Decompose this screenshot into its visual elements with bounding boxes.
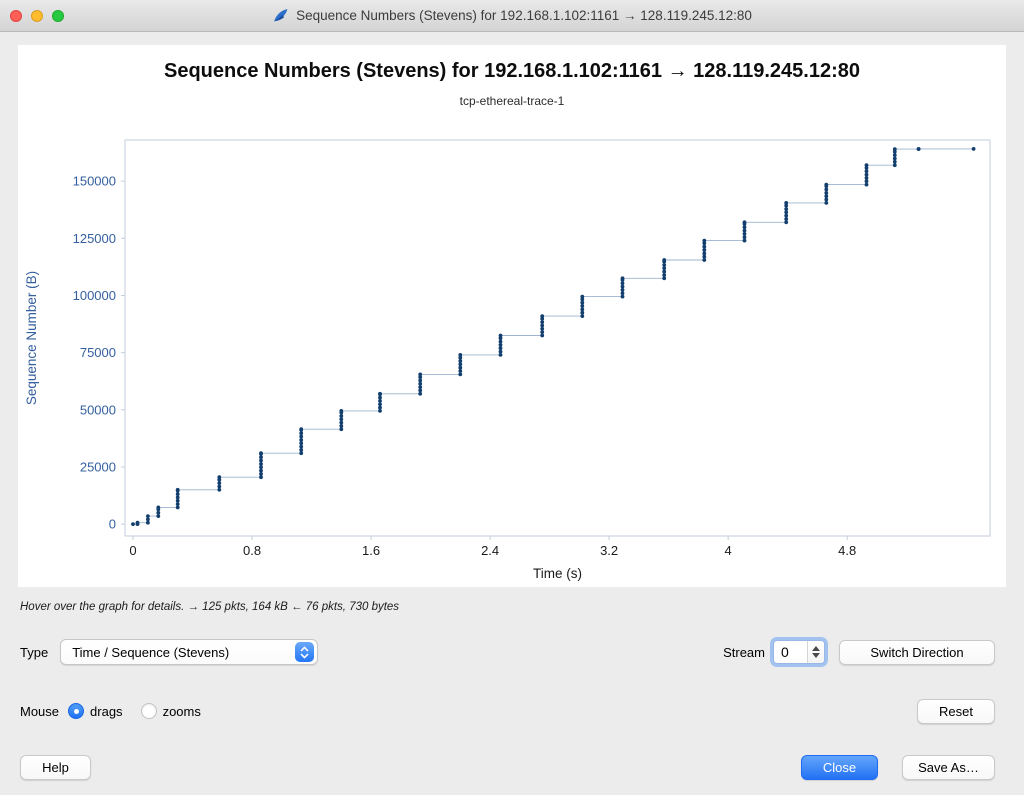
chart-subtitle: tcp-ethereal-trace-1 bbox=[459, 94, 565, 108]
mouse-drags-radio[interactable]: drags bbox=[68, 703, 123, 719]
minimize-window-button[interactable] bbox=[31, 10, 43, 22]
svg-text:Time (s): Time (s) bbox=[533, 566, 582, 581]
drags-label: drags bbox=[90, 703, 123, 719]
svg-text:100000: 100000 bbox=[73, 288, 116, 303]
graph-type-select[interactable]: Time / Sequence (Stevens) bbox=[60, 639, 319, 665]
svg-text:4.8: 4.8 bbox=[838, 543, 856, 558]
tcp-stream-graph-window: Sequence Numbers (Stevens) for 192.168.1… bbox=[0, 0, 1024, 795]
svg-text:4: 4 bbox=[725, 543, 732, 558]
stream-value: 0 bbox=[781, 644, 789, 660]
mouse-label: Mouse bbox=[20, 703, 60, 719]
svg-text:125000: 125000 bbox=[73, 231, 116, 246]
close-button[interactable]: Close bbox=[801, 754, 878, 780]
svg-text:2.4: 2.4 bbox=[481, 543, 499, 558]
close-window-button[interactable] bbox=[10, 10, 22, 22]
radio-selected-icon bbox=[68, 703, 85, 719]
switch-direction-button[interactable]: Switch Direction bbox=[839, 639, 995, 665]
stream-label: Stream bbox=[723, 644, 765, 660]
spin-up-icon[interactable] bbox=[812, 646, 820, 651]
reset-button[interactable]: Reset bbox=[917, 698, 995, 724]
chart-title: Sequence Numbers (Stevens) for 192.168.1… bbox=[164, 60, 860, 82]
titlebar-center: Sequence Numbers (Stevens) for 192.168.1… bbox=[272, 7, 752, 24]
svg-text:1.6: 1.6 bbox=[362, 543, 380, 558]
type-label: Type bbox=[20, 644, 49, 660]
radio-unselected-icon bbox=[140, 703, 157, 719]
sequence-graph[interactable]: 0 0.8 1.6 2.4 3.2 4 4.8 0 25000 50000 75000 100000 1… bbox=[18, 123, 1006, 583]
stream-stepper[interactable] bbox=[807, 641, 824, 663]
stream-spinbox[interactable]: 0 bbox=[773, 640, 825, 664]
zooms-label: zooms bbox=[162, 703, 201, 719]
wireshark-icon bbox=[272, 7, 289, 24]
svg-text:150000: 150000 bbox=[73, 174, 116, 189]
svg-text:0.8: 0.8 bbox=[243, 543, 261, 558]
spin-down-icon[interactable] bbox=[812, 653, 820, 658]
window-controls bbox=[10, 0, 64, 32]
svg-text:50000: 50000 bbox=[80, 402, 116, 417]
graph-type-value: Time / Sequence (Stevens) bbox=[72, 644, 230, 660]
hint-text: Hover over the graph for details. → 125 … bbox=[20, 601, 400, 613]
svg-text:25000: 25000 bbox=[80, 459, 116, 474]
mouse-zooms-radio[interactable]: zooms bbox=[140, 703, 201, 719]
svg-text:75000: 75000 bbox=[80, 345, 116, 360]
chart-area: Sequence Numbers (Stevens) for 192.168.1… bbox=[18, 45, 1006, 587]
mouse-row: Mouse drags zooms Reset bbox=[20, 698, 995, 724]
save-as-button[interactable]: Save As… bbox=[902, 754, 995, 780]
type-row: Type Time / Sequence (Stevens) Stream 0 … bbox=[20, 638, 995, 666]
svg-text:Sequence Number (B): Sequence Number (B) bbox=[24, 271, 39, 405]
window-title: Sequence Numbers (Stevens) for 192.168.1… bbox=[296, 8, 752, 23]
svg-text:0: 0 bbox=[129, 543, 136, 558]
help-button[interactable]: Help bbox=[20, 754, 91, 780]
titlebar[interactable]: Sequence Numbers (Stevens) for 192.168.1… bbox=[0, 0, 1024, 32]
combo-arrows-icon bbox=[295, 642, 315, 662]
svg-text:0: 0 bbox=[109, 517, 116, 532]
svg-text:3.2: 3.2 bbox=[600, 543, 618, 558]
bottom-row: Help Close Save As… bbox=[20, 754, 995, 780]
zoom-window-button[interactable] bbox=[52, 10, 64, 22]
